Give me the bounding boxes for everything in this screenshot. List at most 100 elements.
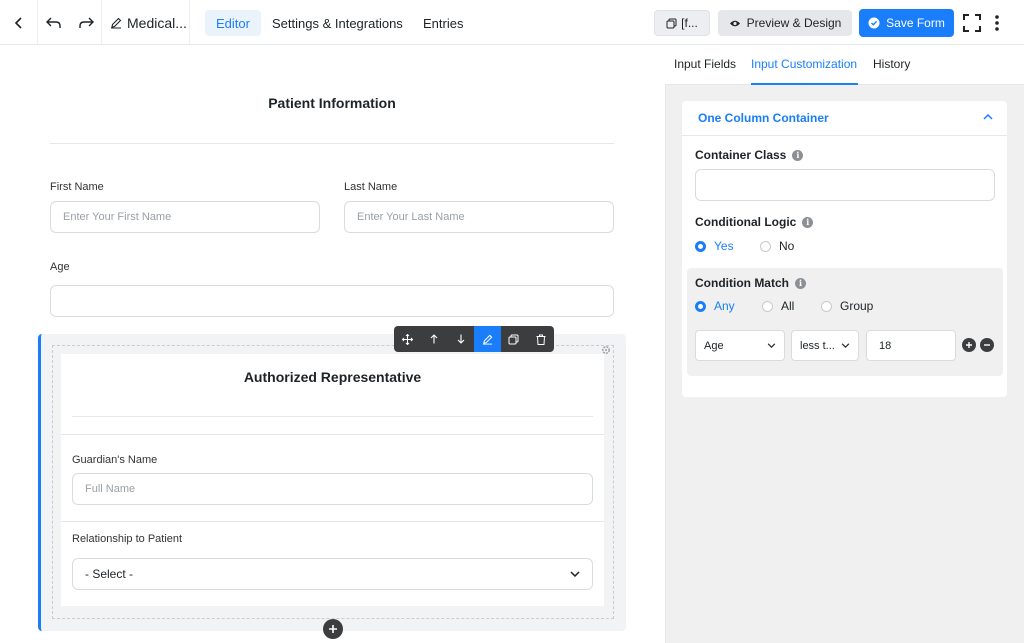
- container-class-input[interactable]: [695, 169, 995, 201]
- move-up-button[interactable]: [421, 326, 448, 352]
- radio-dot: [695, 240, 706, 252]
- undo-icon: [46, 17, 61, 28]
- radio-dot: [762, 300, 773, 312]
- conditional-logic-label: Conditional Logic i: [695, 215, 814, 229]
- guardian-name-label: Guardian's Name: [72, 454, 158, 466]
- redo-icon: [78, 17, 94, 28]
- radio-dot: [821, 300, 832, 312]
- tab-input-fields[interactable]: Input Fields: [674, 57, 736, 71]
- shortcode-label: [f...: [681, 16, 698, 30]
- move-down-button[interactable]: [447, 326, 474, 352]
- section-separator: [61, 434, 604, 435]
- tab-editor[interactable]: Editor: [205, 10, 261, 36]
- tab-input-customization[interactable]: Input Customization: [751, 57, 857, 71]
- shortcode-button[interactable]: [f...: [654, 10, 710, 36]
- save-label: Save Form: [886, 16, 945, 30]
- condition-match-all-radio[interactable]: All: [762, 299, 794, 313]
- guardian-name-input[interactable]: Full Name: [72, 473, 593, 505]
- plus-icon: [966, 342, 972, 348]
- form-title-button[interactable]: Medical...: [102, 0, 190, 45]
- pencil-icon: [111, 17, 122, 28]
- last-name-input[interactable]: Enter Your Last Name: [344, 201, 614, 233]
- container-class-label: Container Class i: [695, 148, 804, 162]
- radio-label: Group: [840, 299, 874, 313]
- preview-design-button[interactable]: Preview & Design: [718, 10, 852, 36]
- radio-label: Yes: [714, 239, 734, 253]
- radio-label: No: [779, 239, 795, 253]
- relationship-select-value: - Select -: [85, 567, 134, 581]
- heading-divider: [50, 143, 614, 144]
- delete-button[interactable]: [527, 326, 554, 352]
- trash-icon: [536, 334, 546, 345]
- radio-dot: [695, 300, 706, 312]
- element-toolbar: [394, 326, 554, 352]
- container-class-label-text: Container Class: [695, 148, 787, 162]
- rule-operator-select[interactable]: less t...: [791, 330, 859, 361]
- remove-rule-button[interactable]: [980, 338, 994, 352]
- relationship-select[interactable]: - Select -: [72, 558, 593, 590]
- arrow-up-icon: [430, 334, 438, 344]
- plus-icon: [329, 625, 337, 633]
- top-bar: Medical... Editor Settings & Integration…: [0, 0, 1024, 45]
- rule-value-text: 18: [879, 339, 892, 352]
- container-heading-divider: [72, 416, 593, 417]
- save-form-button[interactable]: Save Form: [859, 9, 954, 37]
- chevron-down-icon: [570, 571, 580, 577]
- container-heading: Authorized Representative: [243, 369, 422, 385]
- last-name-label: Last Name: [344, 181, 398, 193]
- kebab-menu-icon: [995, 15, 999, 31]
- redo-button[interactable]: [70, 0, 102, 45]
- first-name-input[interactable]: Enter Your First Name: [50, 201, 320, 233]
- rule-field-select[interactable]: Age: [695, 330, 785, 361]
- radio-label: All: [781, 299, 795, 313]
- chevron-down-icon: [841, 343, 850, 348]
- eye-icon: [729, 20, 740, 26]
- add-rule-button[interactable]: [962, 338, 976, 352]
- pencil-icon: [482, 334, 493, 345]
- conditional-logic-yes-radio[interactable]: Yes: [695, 239, 734, 253]
- fullscreen-button[interactable]: [961, 12, 983, 34]
- chevron-up-icon[interactable]: [983, 114, 993, 120]
- add-element-button[interactable]: [323, 619, 343, 639]
- minus-icon: [984, 344, 990, 346]
- tab-history[interactable]: History: [873, 57, 910, 71]
- rule-field-value: Age: [704, 339, 724, 352]
- tab-settings-integrations[interactable]: Settings & Integrations: [261, 10, 414, 36]
- conditional-logic-no-radio[interactable]: No: [760, 239, 794, 253]
- chevron-down-icon: [767, 343, 776, 348]
- age-label: Age: [50, 261, 70, 273]
- duplicate-button[interactable]: [501, 326, 528, 352]
- copy-icon: [666, 18, 677, 28]
- info-icon[interactable]: i: [794, 277, 806, 289]
- condition-match-label: Condition Match i: [695, 276, 806, 290]
- info-icon[interactable]: i: [792, 149, 804, 161]
- info-icon[interactable]: i: [802, 216, 814, 228]
- form-heading: Patient Information: [268, 95, 396, 111]
- tab-entries[interactable]: Entries: [412, 10, 474, 36]
- rule-operator-value: less t...: [800, 339, 835, 352]
- preview-label: Preview & Design: [746, 16, 842, 30]
- section-separator: [61, 521, 604, 522]
- radio-label: Any: [714, 299, 735, 313]
- age-input[interactable]: [50, 285, 614, 317]
- card-divider: [682, 135, 1007, 136]
- undo-button[interactable]: [38, 0, 70, 45]
- first-name-label: First Name: [50, 181, 104, 193]
- move-icon: [401, 333, 413, 345]
- condition-match-group-radio[interactable]: Group: [821, 299, 873, 313]
- fullscreen-icon: [963, 14, 981, 32]
- back-button[interactable]: [0, 0, 38, 45]
- rule-value-input[interactable]: 18: [866, 330, 956, 361]
- chevron-left-icon: [14, 16, 22, 29]
- edit-button[interactable]: [473, 326, 501, 352]
- more-options-button[interactable]: [990, 12, 1004, 34]
- condition-match-any-radio[interactable]: Any: [695, 299, 735, 313]
- form-title-text: Medical...: [127, 14, 187, 31]
- section-title[interactable]: One Column Container: [698, 111, 829, 125]
- radio-dot: [760, 240, 771, 252]
- relationship-label: Relationship to Patient: [72, 533, 183, 545]
- panel-tabs: Input Fields Input Customization History: [665, 45, 1024, 85]
- move-button[interactable]: [394, 326, 421, 352]
- check-circle-icon: [868, 17, 880, 29]
- conditional-logic-label-text: Conditional Logic: [695, 215, 797, 229]
